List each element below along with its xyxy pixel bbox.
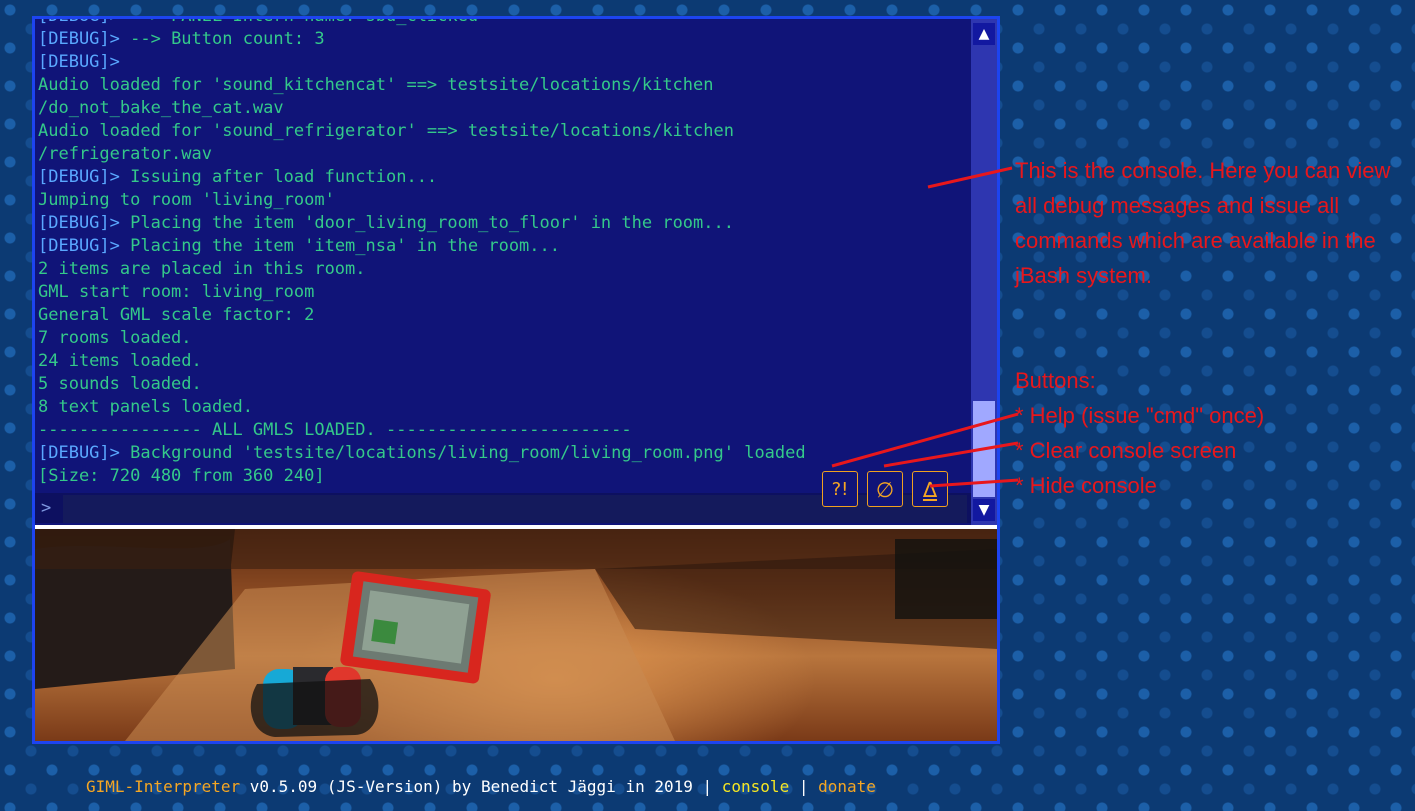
debug-prefix: [DEBUG]> [38,52,120,72]
log-text: 7 rooms loaded. [38,328,192,348]
console-log-line: [DEBUG]> Issuing after load function... [38,166,968,189]
console-log-line: /refrigerator.wav [38,143,968,166]
console-log-line: General GML scale factor: 2 [38,304,968,327]
console-log-line: [DEBUG]> --> PANEL Intern name: sbd_clic… [38,16,968,28]
console-prompt: > [41,498,52,518]
debug-prefix: [DEBUG]> [38,167,120,187]
console-log-line: 8 text panels loaded. [38,396,968,419]
console-log-line: 2 items are placed in this room. [38,258,968,281]
console-log-line: [DEBUG]> Background 'testsite/locations/… [38,442,968,465]
help-button[interactable]: ?! [822,471,858,507]
console-log-line: GML start room: living_room [38,281,968,304]
footer-separator: | [789,777,819,796]
log-text: Audio loaded for 'sound_kitchencat' ==> … [38,75,714,95]
log-text: /refrigerator.wav [38,144,212,164]
log-text: --> PANEL Intern name: sbd_clicked [119,16,479,26]
debug-prefix: [DEBUG]> [38,443,120,463]
log-text: Background 'testsite/locations/living_ro… [119,443,806,463]
room-background-image[interactable] [35,529,997,741]
log-text: Issuing after load function... [119,167,438,187]
console-panel: [DEBUG]> --> PANEL Intern name: sbd_clic… [35,19,997,525]
log-text: 2 items are placed in this room. [38,259,366,279]
log-text: Placing the item 'item_nsa' in the room.… [119,236,560,256]
scroll-down-icon[interactable]: ▼ [973,499,995,521]
log-text: [Size: 720 480 from 360 240] [38,466,325,486]
console-scrollbar[interactable]: ▲ ▼ [971,19,997,525]
console-log-line: 5 sounds loaded. [38,373,968,396]
log-text: 5 sounds loaded. [38,374,202,394]
footer: GIML-Interpreter v0.5.09 (JS-Version) by… [86,776,876,798]
hide-console-button[interactable]: ∆ [912,471,948,507]
console-link[interactable]: console [722,777,789,796]
legend-clear: * Clear console screen [1015,438,1237,463]
legend-help: * Help (issue "cmd" once) [1015,403,1265,428]
log-text: Audio loaded for 'sound_refrigerator' ==… [38,121,734,141]
log-text: /do_not_bake_the_cat.wav [38,98,284,118]
console-log-line: ---------------- ALL GMLS LOADED. ------… [38,419,968,442]
console-log: [DEBUG]> --> PANEL Intern name: sbd_clic… [38,16,968,488]
console-log-line: [DEBUG]> Placing the item 'item_nsa' in … [38,235,968,258]
living-room-scene [35,529,997,741]
console-log-line: 7 rooms loaded. [38,327,968,350]
game-window: [DEBUG]> --> PANEL Intern name: sbd_clic… [32,16,1000,744]
console-log-line: Jumping to room 'living_room' [38,189,968,212]
console-log-line: /do_not_bake_the_cat.wav [38,97,968,120]
donate-link[interactable]: donate [818,777,876,796]
scrollbar-thumb[interactable] [973,401,995,497]
log-text: General GML scale factor: 2 [38,305,315,325]
scroll-up-icon[interactable]: ▲ [973,23,995,45]
buttons-legend: Buttons: * Help (issue "cmd" once) * Cle… [1015,363,1395,503]
console-log-line: [DEBUG]> Placing the item 'door_living_r… [38,212,968,235]
console-log-line: [DEBUG]> --> Button count: 3 [38,28,968,51]
log-text: Placing the item 'door_living_room_to_fl… [119,213,734,233]
buttons-legend-title: Buttons: [1015,368,1096,393]
console-log-line: Audio loaded for 'sound_refrigerator' ==… [38,120,968,143]
console-log-line: Audio loaded for 'sound_kitchencat' ==> … [38,74,968,97]
clear-console-button[interactable]: ∅ [867,471,903,507]
log-text: GML start room: living_room [38,282,315,302]
console-log-line: 24 items loaded. [38,350,968,373]
debug-prefix: [DEBUG]> [38,236,120,256]
debug-prefix: [DEBUG]> [38,16,120,26]
debug-prefix: [DEBUG]> [38,29,120,49]
log-text: Jumping to room 'living_room' [38,190,335,210]
console-annotation: This is the console. Here you can view a… [1015,158,1391,288]
debug-prefix: [DEBUG]> [38,213,120,233]
console-log-line: [DEBUG]> [38,51,968,74]
log-text: ---------------- ALL GMLS LOADED. ------… [38,420,632,440]
legend-hide: * Hide console [1015,473,1157,498]
footer-version: v0.5.09 (JS-Version) by Benedict Jäggi i… [240,777,722,796]
log-text: 24 items loaded. [38,351,202,371]
app-name: GIML-Interpreter [86,777,241,796]
log-text: --> Button count: 3 [119,29,325,49]
log-text: 8 text panels loaded. [38,397,253,417]
